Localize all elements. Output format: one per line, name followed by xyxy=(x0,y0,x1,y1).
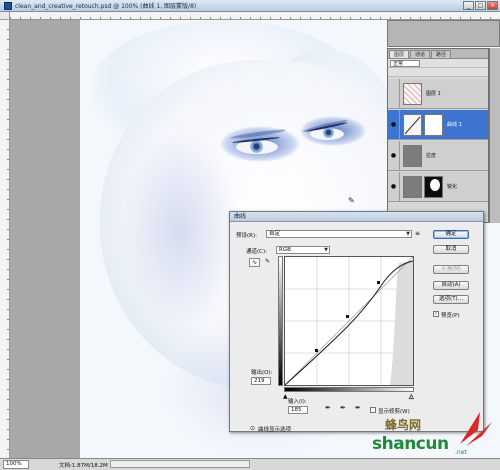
black-point-slider-icon[interactable]: ▲ xyxy=(283,393,288,400)
channel-label: 通道(C): xyxy=(246,249,267,255)
preset-value: 自定 xyxy=(269,231,281,237)
histogram xyxy=(390,261,413,385)
ok-button[interactable]: 确定 xyxy=(433,230,469,239)
output-label: 输出(O): xyxy=(251,370,273,376)
show-clipping-checkbox[interactable] xyxy=(370,407,376,413)
collapsed-panel-dock[interactable] xyxy=(387,20,500,47)
horizontal-scrollbar[interactable] xyxy=(110,460,250,468)
document-title: clean_and_creative_retouch.psd @ 100% (曲… xyxy=(15,3,197,10)
layer-row[interactable]: ● 锐化 xyxy=(388,171,488,202)
preview-checkbox[interactable]: ✓ xyxy=(433,311,439,317)
black-eyedropper-icon[interactable]: ✒ xyxy=(325,404,331,412)
minimize-button[interactable]: _ xyxy=(463,1,474,10)
output-field[interactable]: 219 xyxy=(251,377,271,385)
panel-side-strip[interactable] xyxy=(489,48,500,223)
tab-channels[interactable]: 通道 xyxy=(410,50,431,58)
auto-button[interactable]: 自动(A) xyxy=(433,281,469,290)
visibility-toggle-off-icon[interactable] xyxy=(388,78,400,109)
curves-adjustment-icon xyxy=(403,113,422,136)
document-titlebar[interactable]: clean_and_creative_retouch.psd @ 100% (曲… xyxy=(0,0,500,12)
tab-paths[interactable]: 路径 xyxy=(431,50,452,58)
eye-icon[interactable]: ● xyxy=(388,109,400,140)
cancel-button[interactable]: 取消 xyxy=(433,245,469,254)
layer-thumbnail xyxy=(403,82,422,105)
layer-row[interactable]: 图层 1 xyxy=(388,78,488,109)
layer-row-selected[interactable]: ● 曲线 1 xyxy=(388,109,488,140)
curve-point[interactable] xyxy=(315,349,318,352)
white-point-slider-icon[interactable]: △ xyxy=(409,393,414,401)
eyedropper-cursor-icon: ✎ xyxy=(348,196,355,205)
preset-options-icon[interactable]: ≡ xyxy=(415,230,420,237)
smooth-button[interactable]: 平滑(M) xyxy=(433,265,469,274)
dialog-title[interactable]: 曲线 xyxy=(230,212,483,222)
chevron-down-icon: ▼ xyxy=(406,231,410,237)
layer-row[interactable]: ● 拉皮 xyxy=(388,140,488,171)
horizontal-ruler[interactable] xyxy=(10,12,500,20)
eye-icon[interactable]: ● xyxy=(388,140,400,171)
right-iris xyxy=(323,127,334,138)
show-clipping-label: 显示修剪(W) xyxy=(378,409,410,415)
curve-point[interactable] xyxy=(377,281,380,284)
expand-options-icon[interactable]: ⊙ xyxy=(250,425,255,432)
lock-row xyxy=(388,68,488,77)
layer-name: 锐化 xyxy=(447,184,458,190)
photoshop-document-icon xyxy=(4,1,12,10)
left-iris xyxy=(250,140,263,153)
watermark-chinese: 蜂鸟网 xyxy=(385,418,422,432)
channel-select[interactable]: RGB ▼ xyxy=(276,246,330,254)
watermark-tld: .net xyxy=(455,449,467,456)
layers-panel-tabs: 图层 通道 路径 xyxy=(388,49,488,59)
document-info[interactable]: 文档:1.87M/18.2M xyxy=(59,461,108,469)
layers-panel: 图层 通道 路径 正常 图层 1 ● 曲线 1 ● 拉皮 ● 锐化 xyxy=(387,48,489,223)
curve-display-options-label[interactable]: 曲线显示选项 xyxy=(258,425,291,433)
mask-silhouette xyxy=(430,178,440,191)
ruler-origin[interactable] xyxy=(0,12,10,20)
input-label: 输入(I): xyxy=(288,399,307,405)
layer-name: 曲线 1 xyxy=(447,122,462,128)
tab-layers[interactable]: 图层 xyxy=(389,50,410,58)
status-bar: 100% 文档:1.87M/18.2M xyxy=(0,458,500,470)
pencil-tool-icon[interactable]: ✎ xyxy=(262,258,273,267)
preview-label: 预览(P) xyxy=(441,313,460,319)
curve-thumb-graph xyxy=(404,116,421,134)
input-field[interactable]: 185 xyxy=(288,406,308,414)
chevron-down-icon: ▼ xyxy=(324,247,328,253)
layer-name: 图层 1 xyxy=(426,91,441,97)
curves-graph[interactable] xyxy=(284,256,414,386)
layer-mask-thumbnail[interactable] xyxy=(424,175,443,198)
curves-graph-svg xyxy=(284,256,414,386)
blend-mode-row: 正常 xyxy=(388,59,488,68)
input-gradient-bar xyxy=(284,387,414,392)
channel-value: RGB xyxy=(279,247,291,253)
output-gradient-bar xyxy=(278,256,283,386)
options-button[interactable]: 选项(T)... xyxy=(433,295,469,304)
white-eyedropper-icon[interactable]: ✒ xyxy=(355,404,361,412)
photoshop-window: clean_and_creative_retouch.psd @ 100% (曲… xyxy=(0,0,500,470)
vertical-ruler[interactable] xyxy=(0,20,10,458)
blend-mode-select[interactable]: 正常 xyxy=(390,59,420,67)
watermark-domain: shancun xyxy=(372,434,449,454)
layer-mask-thumbnail[interactable] xyxy=(424,113,443,136)
close-button[interactable]: × xyxy=(487,1,498,10)
zoom-field[interactable]: 100% xyxy=(3,460,29,469)
preset-select[interactable]: 自定 ▼ xyxy=(266,230,412,238)
pasteboard xyxy=(10,20,80,458)
maximize-button[interactable]: □ xyxy=(475,1,486,10)
curve-point[interactable] xyxy=(346,315,349,318)
cheek-shadow xyxy=(120,130,240,330)
layer-thumbnail xyxy=(403,144,422,167)
preset-label: 预设(R): xyxy=(236,233,257,239)
layer-thumbnail xyxy=(403,175,422,198)
gray-eyedropper-icon[interactable]: ✒ xyxy=(340,404,346,412)
curve-point-tool-icon[interactable]: ∿ xyxy=(249,258,260,267)
layer-name: 拉皮 xyxy=(426,153,437,159)
window-controls: _ □ × xyxy=(463,1,498,10)
watermark-logo-icon xyxy=(460,412,492,446)
eye-icon[interactable]: ● xyxy=(388,171,400,202)
